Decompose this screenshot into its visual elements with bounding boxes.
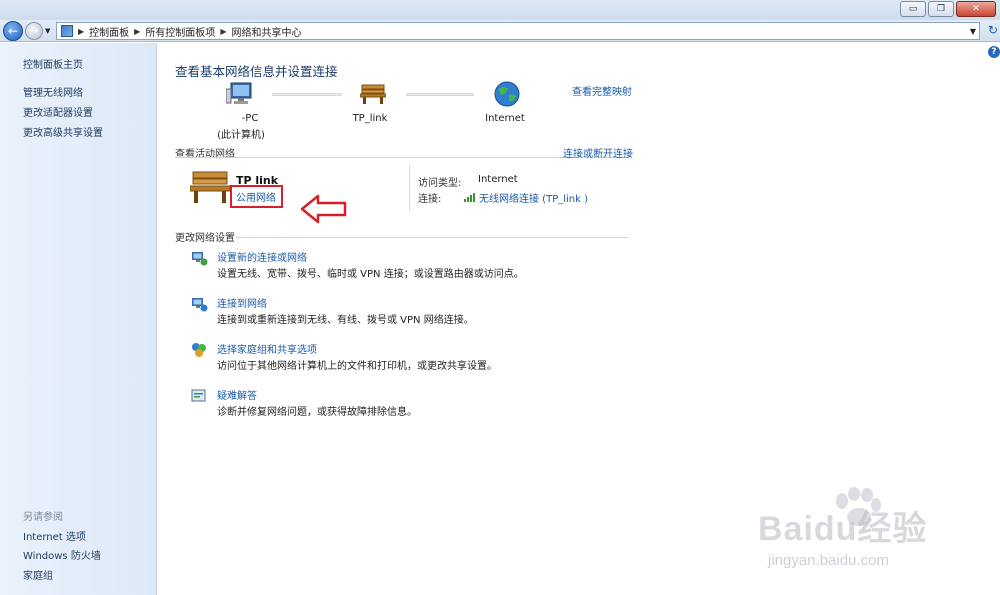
breadcrumb-network-center[interactable]: 网络和共享中心: [231, 24, 301, 39]
sidebar-item-advanced-sharing[interactable]: 更改高级共享设置: [23, 124, 103, 139]
address-row: ← → ▼ ▶ 控制面板 ▶ 所有控制面板项 ▶ 网络和共享中心 ▼ ↻: [0, 20, 1000, 42]
homegroup-options-link[interactable]: 选择家庭组和共享选项: [217, 341, 317, 356]
address-dropdown-icon[interactable]: ▼: [970, 27, 976, 36]
chevron-right-icon[interactable]: ▶: [78, 27, 84, 36]
breadcrumb-control-panel[interactable]: 控制面板: [89, 24, 129, 39]
network-type-link[interactable]: 公用网络: [236, 189, 276, 204]
breadcrumb-all-items[interactable]: 所有控制面板项: [145, 24, 215, 39]
back-arrow-icon: ←: [7, 24, 19, 38]
computer-icon: [226, 82, 252, 104]
vertical-divider: [409, 165, 410, 211]
sidebar-item-home[interactable]: 控制面板主页: [23, 56, 83, 71]
setup-new-connection-link[interactable]: 设置新的连接或网络: [217, 249, 307, 264]
task-description: 诊断并修复网络问题，或获得故障排除信息。: [217, 407, 417, 418]
public-network-bench-icon: [190, 171, 230, 203]
page-title: 查看基本网络信息并设置连接: [175, 64, 338, 79]
homegroup-icon: [192, 343, 206, 357]
sidebar-item-adapter-settings[interactable]: 更改适配器设置: [23, 104, 93, 119]
wireless-connection-label: 无线网络连接 (TP_link ): [479, 194, 588, 205]
window-controls: ▭ ❐ ✕: [900, 1, 996, 17]
watermark-url: jingyan.baidu.com: [768, 552, 889, 569]
full-map-link[interactable]: 查看完整映射: [572, 83, 632, 98]
see-also-homegroup[interactable]: 家庭组: [23, 567, 53, 582]
see-also-internet-options[interactable]: Internet 选项: [23, 528, 86, 543]
task-description: 访问位于其他网络计算机上的文件和打印机，或更改共享设置。: [217, 361, 497, 372]
forward-arrow-icon: →: [29, 24, 39, 37]
watermark-brand: Baidu经验: [758, 510, 928, 548]
connect-to-network-link[interactable]: 连接到网络: [217, 295, 267, 310]
router-node-name: TP_link: [352, 113, 388, 124]
back-button[interactable]: ←: [3, 21, 23, 41]
maximize-button[interactable]: ❐: [928, 1, 954, 17]
section-divider: [175, 157, 629, 158]
forward-button[interactable]: →: [25, 22, 43, 40]
recent-pages-dropdown[interactable]: ▼: [45, 27, 50, 35]
internet-node-name: Internet: [485, 113, 525, 124]
access-type-value: Internet: [478, 174, 518, 185]
connections-label: 连接:: [418, 194, 442, 205]
pc-node-name: -PC: [241, 113, 259, 124]
connection-line: [272, 93, 342, 96]
window-titlebar: ▭ ❐ ✕: [0, 0, 1000, 20]
access-type-label: 访问类型:: [418, 178, 462, 189]
connect-disconnect-link[interactable]: 连接或断开连接: [563, 145, 633, 160]
change-settings-label: 更改网络设置: [175, 233, 235, 244]
wifi-signal-icon: [464, 193, 475, 202]
task-description: 连接到或重新连接到无线、有线、拨号或 VPN 网络连接。: [217, 315, 474, 326]
task-description: 设置无线、宽带、拨号、临时或 VPN 连接；或设置路由器或访问点。: [217, 269, 524, 280]
network-setup-icon: [192, 252, 208, 266]
see-also-heading: 另请参阅: [23, 512, 63, 523]
connection-line: [406, 93, 474, 96]
troubleshoot-icon: [191, 389, 206, 402]
pc-node-sub: (此计算机): [217, 130, 265, 141]
help-icon[interactable]: ?: [988, 46, 1000, 58]
chevron-right-icon[interactable]: ▶: [134, 27, 140, 36]
connect-network-icon: [192, 298, 208, 312]
troubleshoot-link[interactable]: 疑难解答: [217, 387, 257, 402]
wireless-connection-link[interactable]: 无线网络连接 (TP_link ): [464, 190, 588, 205]
close-button[interactable]: ✕: [956, 1, 996, 17]
red-arrow-annotation: [300, 194, 347, 224]
chevron-right-icon[interactable]: ▶: [220, 27, 226, 36]
globe-icon: [494, 81, 520, 107]
section-divider: [236, 237, 629, 238]
bench-icon: [360, 84, 386, 104]
control-panel-icon: [61, 25, 73, 37]
address-bar[interactable]: ▶ 控制面板 ▶ 所有控制面板项 ▶ 网络和共享中心 ▼: [56, 22, 980, 40]
see-also-firewall[interactable]: Windows 防火墙: [23, 547, 101, 562]
refresh-icon[interactable]: ↻: [988, 23, 998, 37]
minimize-button[interactable]: ▭: [900, 1, 926, 17]
sidebar-item-manage-wireless[interactable]: 管理无线网络: [23, 84, 83, 99]
